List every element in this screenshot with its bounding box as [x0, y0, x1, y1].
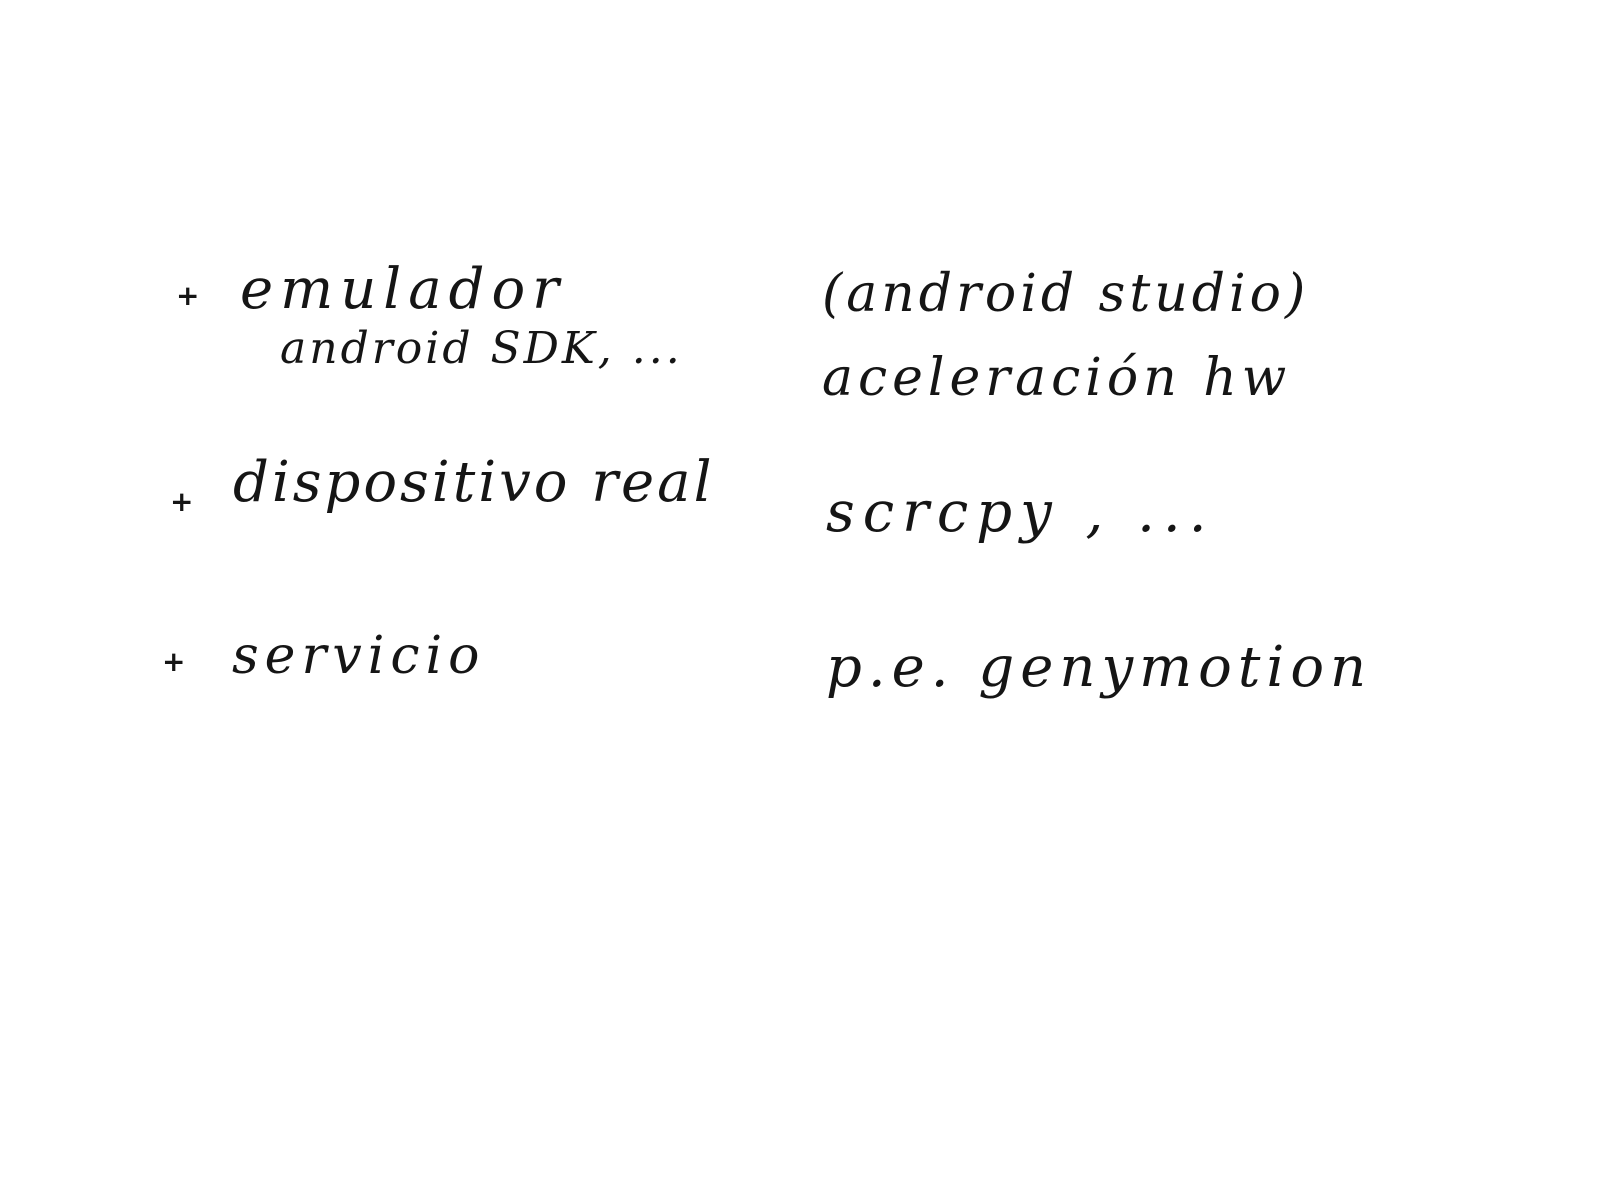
note-servicio: servicio — [232, 626, 486, 686]
note-android-sdk: android SDK, ... — [280, 323, 683, 374]
whiteboard-canvas: + emulador android SDK, ... + dispositiv… — [0, 0, 1600, 1200]
bullet-plus: + — [176, 279, 200, 312]
note-dispositivo-real: dispositivo real — [233, 450, 715, 515]
note-emulador: emulador — [240, 257, 566, 322]
note-android-studio: (android studio) — [822, 264, 1310, 324]
bullet-plus: + — [162, 645, 186, 678]
note-scrcpy: scrcpy , ... — [826, 480, 1215, 545]
note-genymotion: p.e. genymotion — [826, 635, 1373, 700]
bullet-plus: + — [170, 485, 194, 518]
note-aceleracion-hw: aceleración hw — [822, 348, 1292, 408]
